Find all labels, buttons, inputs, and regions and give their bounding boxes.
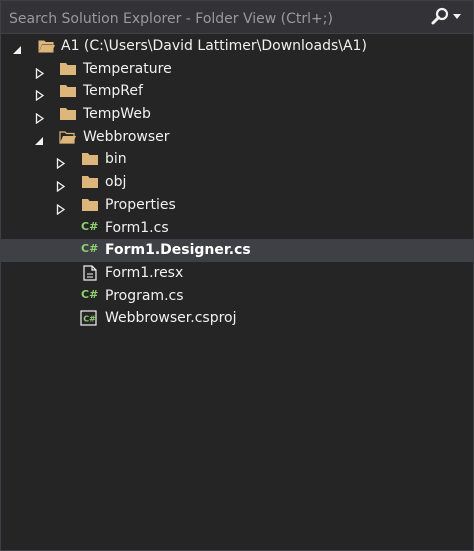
tree-item-root[interactable]: A1 (C:\Users\David Lattimer\Downloads\A1… bbox=[1, 35, 473, 58]
tree-item-tempweb[interactable]: TempWeb bbox=[1, 103, 473, 126]
tree-item-label: Webbrowser.csproj bbox=[105, 310, 237, 327]
resx-file-icon bbox=[81, 265, 99, 281]
tree-item-label: TempWeb bbox=[83, 106, 151, 123]
tree-item-label: A1 (C:\Users\David Lattimer\Downloads\A1… bbox=[61, 38, 367, 54]
search-bar bbox=[1, 1, 473, 34]
csproj-file-icon: C# bbox=[80, 310, 98, 326]
folder-icon bbox=[59, 83, 77, 99]
search-input[interactable] bbox=[7, 7, 431, 31]
tree-item-properties[interactable]: Properties bbox=[1, 194, 473, 217]
tree-item-label: Temperature bbox=[83, 60, 172, 77]
csharp-file-icon: C# bbox=[81, 287, 99, 301]
csharp-file-icon: C# bbox=[81, 219, 99, 233]
folder-icon bbox=[59, 106, 77, 122]
file-tree: A1 (C:\Users\David Lattimer\Downloads\A1… bbox=[1, 35, 473, 330]
folder-open-icon bbox=[59, 129, 77, 145]
svg-text:C#: C# bbox=[83, 315, 96, 324]
tree-item-obj[interactable]: obj bbox=[1, 171, 473, 194]
solution-explorer-panel: A1 (C:\Users\David Lattimer\Downloads\A1… bbox=[0, 0, 474, 551]
expanded-arrow-icon[interactable] bbox=[13, 41, 23, 54]
collapsed-arrow-icon[interactable] bbox=[56, 177, 66, 193]
tree-item-label: Form1.Designer.cs bbox=[105, 242, 251, 259]
tree-item-webbrowser[interactable]: Webbrowser bbox=[1, 126, 473, 149]
tree-item-webbrowser-csproj[interactable]: C# Webbrowser.csproj bbox=[1, 307, 473, 330]
tree-item-temperature[interactable]: Temperature bbox=[1, 58, 473, 81]
tree-item-form1-designer-cs[interactable]: C# Form1.Designer.cs bbox=[1, 239, 473, 262]
tree-item-program-cs[interactable]: C# Program.cs bbox=[1, 285, 473, 308]
tree-item-label: Webbrowser bbox=[83, 128, 170, 145]
collapsed-arrow-icon[interactable] bbox=[56, 154, 66, 170]
collapsed-arrow-icon[interactable] bbox=[35, 86, 45, 102]
folder-open-icon bbox=[38, 38, 56, 54]
folder-icon bbox=[81, 197, 99, 213]
tree-item-tempref[interactable]: TempRef bbox=[1, 80, 473, 103]
collapsed-arrow-icon[interactable] bbox=[56, 200, 66, 216]
folder-icon bbox=[59, 61, 77, 77]
csharp-file-icon: C# bbox=[81, 242, 99, 256]
tree-item-label: Form1.cs bbox=[105, 219, 169, 236]
tree-item-form1-resx[interactable]: Form1.resx bbox=[1, 262, 473, 285]
tree-item-form1-cs[interactable]: C# Form1.cs bbox=[1, 217, 473, 240]
folder-icon bbox=[81, 174, 99, 190]
folder-icon bbox=[81, 151, 99, 167]
search-icon[interactable] bbox=[429, 6, 451, 28]
tree-item-label: Form1.resx bbox=[105, 264, 184, 281]
tree-item-bin[interactable]: bin bbox=[1, 148, 473, 171]
search-options-chevron-down-icon[interactable] bbox=[453, 14, 461, 19]
collapsed-arrow-icon[interactable] bbox=[35, 109, 45, 125]
expanded-arrow-icon[interactable] bbox=[35, 132, 45, 145]
tree-item-label: Program.cs bbox=[105, 287, 184, 304]
collapsed-arrow-icon[interactable] bbox=[35, 64, 45, 79]
tree-item-label: Properties bbox=[105, 196, 176, 213]
tree-item-label: TempRef bbox=[83, 83, 143, 100]
tree-item-label: bin bbox=[105, 151, 127, 168]
tree-item-label: obj bbox=[105, 174, 127, 191]
